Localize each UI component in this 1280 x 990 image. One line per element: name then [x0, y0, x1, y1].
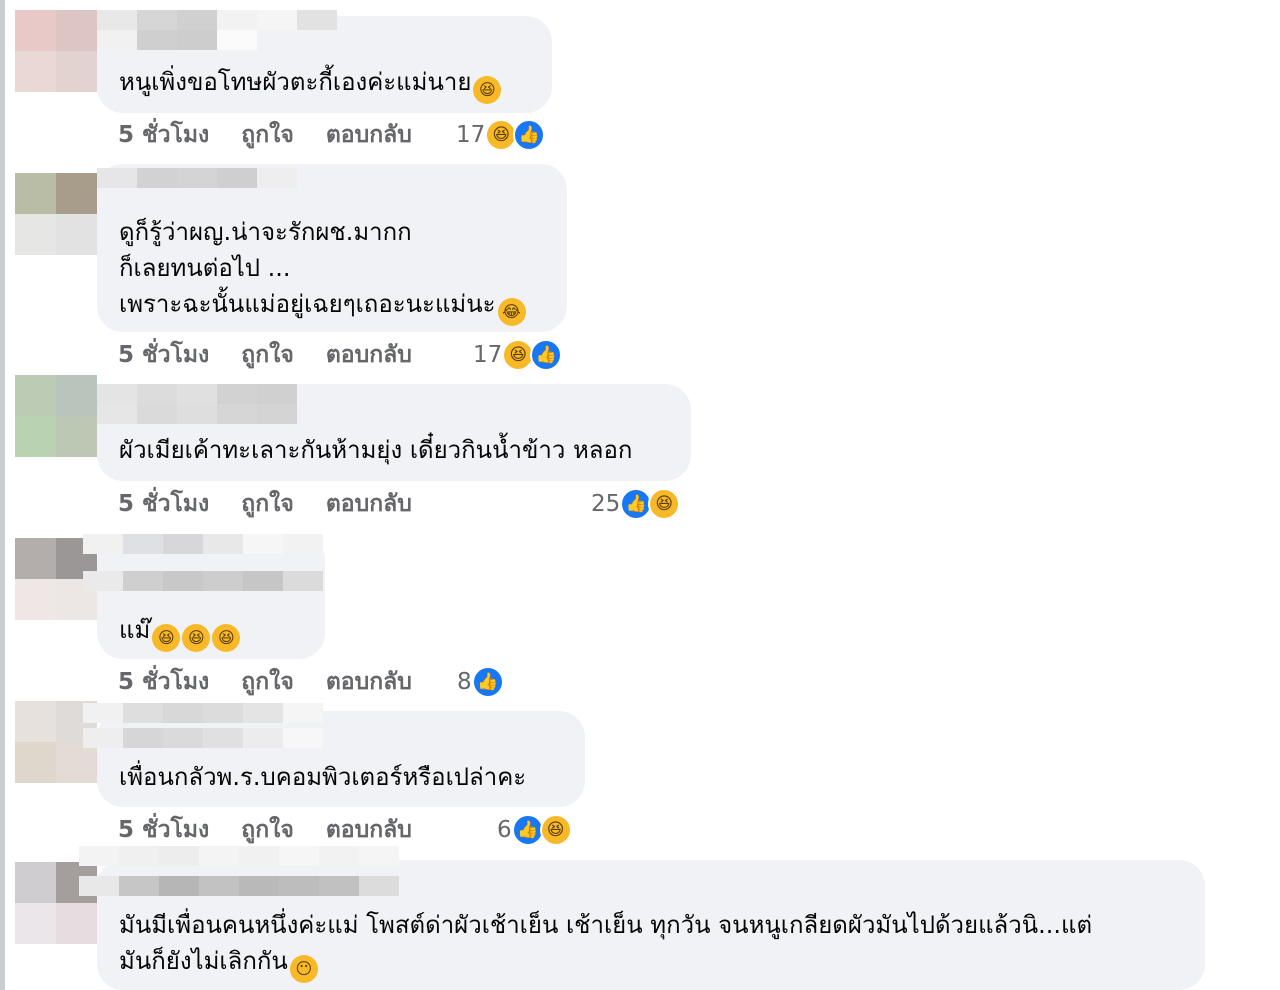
comment-text: มันมีเพื่อนคนหนึ่งค่ะแม่ โพสต์ด่าผัวเช้า…: [119, 907, 1092, 983]
reaction-count: 6: [497, 817, 512, 843]
avatar-blurred[interactable]: [15, 375, 97, 457]
comment-text: ดูก็รู้ว่าผญ.น่าจะรักผช.มากก ก็เลยทนต่อไ…: [119, 214, 526, 326]
left-edge: [0, 0, 5, 990]
comment-bubble: หนูเพิ่งขอโทษผัวตะกี้เองค่ะแม่นาย 😆: [97, 10, 552, 113]
comment-text: แม๊ 😆 😆 😆: [119, 612, 241, 652]
reaction-summary[interactable]: 6 👍 😆: [497, 813, 572, 847]
like-icon: 👍: [511, 814, 544, 846]
timestamp[interactable]: 5 ชั่วโมง: [118, 337, 209, 373]
rofl-emoji: 😆: [182, 624, 211, 652]
reply-button[interactable]: ตอบกลับ: [326, 486, 412, 522]
reaction-summary[interactable]: 25 👍 😆: [591, 487, 681, 521]
reply-button[interactable]: ตอบกลับ: [326, 337, 412, 373]
comment-bubble: ผัวเมียเค้าทะเลาะกันห้ามยุ่ง เดี๋ยวกินน้…: [97, 384, 691, 481]
reaction-count: 17: [473, 342, 503, 368]
reaction-summary[interactable]: 17 😆 👍: [473, 338, 563, 372]
timestamp[interactable]: 5 ชั่วโมง: [118, 812, 209, 848]
like-button[interactable]: ถูกใจ: [241, 337, 294, 373]
like-icon: 👍: [513, 119, 546, 151]
reaction-summary[interactable]: 17 😆 👍: [456, 118, 546, 152]
comment-actions: 5 ชั่วโมง ถูกใจ ตอบกลับ: [118, 813, 444, 847]
timestamp[interactable]: 5 ชั่วโมง: [118, 486, 209, 522]
reply-button[interactable]: ตอบกลับ: [326, 812, 412, 848]
comment-actions: 5 ชั่วโมง ถูกใจ ตอบกลับ: [118, 338, 444, 372]
author-name-blurred[interactable]: [97, 384, 301, 424]
reply-button[interactable]: ตอบกลับ: [326, 664, 412, 700]
comment-actions: 5 ชั่วโมง ถูกใจ ตอบกลับ: [118, 487, 444, 521]
timestamp[interactable]: 5 ชั่วโมง: [118, 664, 209, 700]
comment-text: ผัวเมียเค้าทะเลาะกันห้ามยุ่ง เดี๋ยวกินน้…: [119, 436, 633, 464]
reaction-count: 8: [457, 669, 472, 695]
like-icon: 👍: [471, 666, 504, 698]
like-button[interactable]: ถูกใจ: [241, 117, 294, 153]
comment-bubble: แม๊ 😆 😆 😆: [83, 534, 325, 659]
neutral-face-emoji: 😶: [289, 955, 318, 983]
comment-bubble: ดูก็รู้ว่าผญ.น่าจะรักผช.มากก ก็เลยทนต่อไ…: [97, 164, 567, 332]
reaction-count: 25: [591, 491, 621, 517]
comment-text: เพื่อนกลัวพ.ร.บคอมพิวเตอร์หรือเปล่าคะ: [119, 763, 527, 791]
comment-actions: 5 ชั่วโมง ถูกใจ ตอบกลับ: [118, 665, 444, 699]
timestamp[interactable]: 5 ชั่วโมง: [118, 117, 209, 153]
rofl-emoji: 😆: [152, 624, 181, 652]
like-icon: 👍: [530, 339, 563, 371]
comment-bubble: เพื่อนกลัวพ.ร.บคอมพิวเตอร์หรือเปล่าคะ: [83, 703, 585, 807]
like-button[interactable]: ถูกใจ: [241, 812, 294, 848]
like-button[interactable]: ถูกใจ: [241, 486, 294, 522]
rofl-emoji: 😆: [473, 76, 502, 104]
author-name-blurred[interactable]: [83, 534, 325, 608]
comment-actions: 5 ชั่วโมง ถูกใจ ตอบกลับ: [118, 118, 444, 152]
reply-button[interactable]: ตอบกลับ: [326, 117, 412, 153]
author-name-blurred[interactable]: [97, 10, 357, 50]
author-name-blurred[interactable]: [83, 703, 341, 753]
comment-bubble: มันมีเพื่อนคนหนึ่งค่ะแม่ โพสต์ด่าผัวเช้า…: [79, 846, 1205, 990]
comment-text: หนูเพิ่งขอโทษผัวตะกี้เองค่ะแม่นาย 😆: [119, 64, 502, 104]
author-name-blurred[interactable]: [97, 168, 301, 208]
author-name-blurred[interactable]: [79, 846, 419, 906]
rofl-emoji: 😆: [212, 624, 241, 652]
reaction-summary[interactable]: 8 👍: [457, 665, 504, 699]
haha-icon: 😆: [648, 488, 681, 520]
reaction-count: 17: [456, 122, 486, 148]
avatar-blurred[interactable]: [15, 173, 97, 255]
haha-icon: 😆: [539, 814, 572, 846]
avatar-blurred[interactable]: [15, 10, 97, 92]
like-button[interactable]: ถูกใจ: [241, 664, 294, 700]
joy-emoji: 😂: [497, 298, 526, 326]
